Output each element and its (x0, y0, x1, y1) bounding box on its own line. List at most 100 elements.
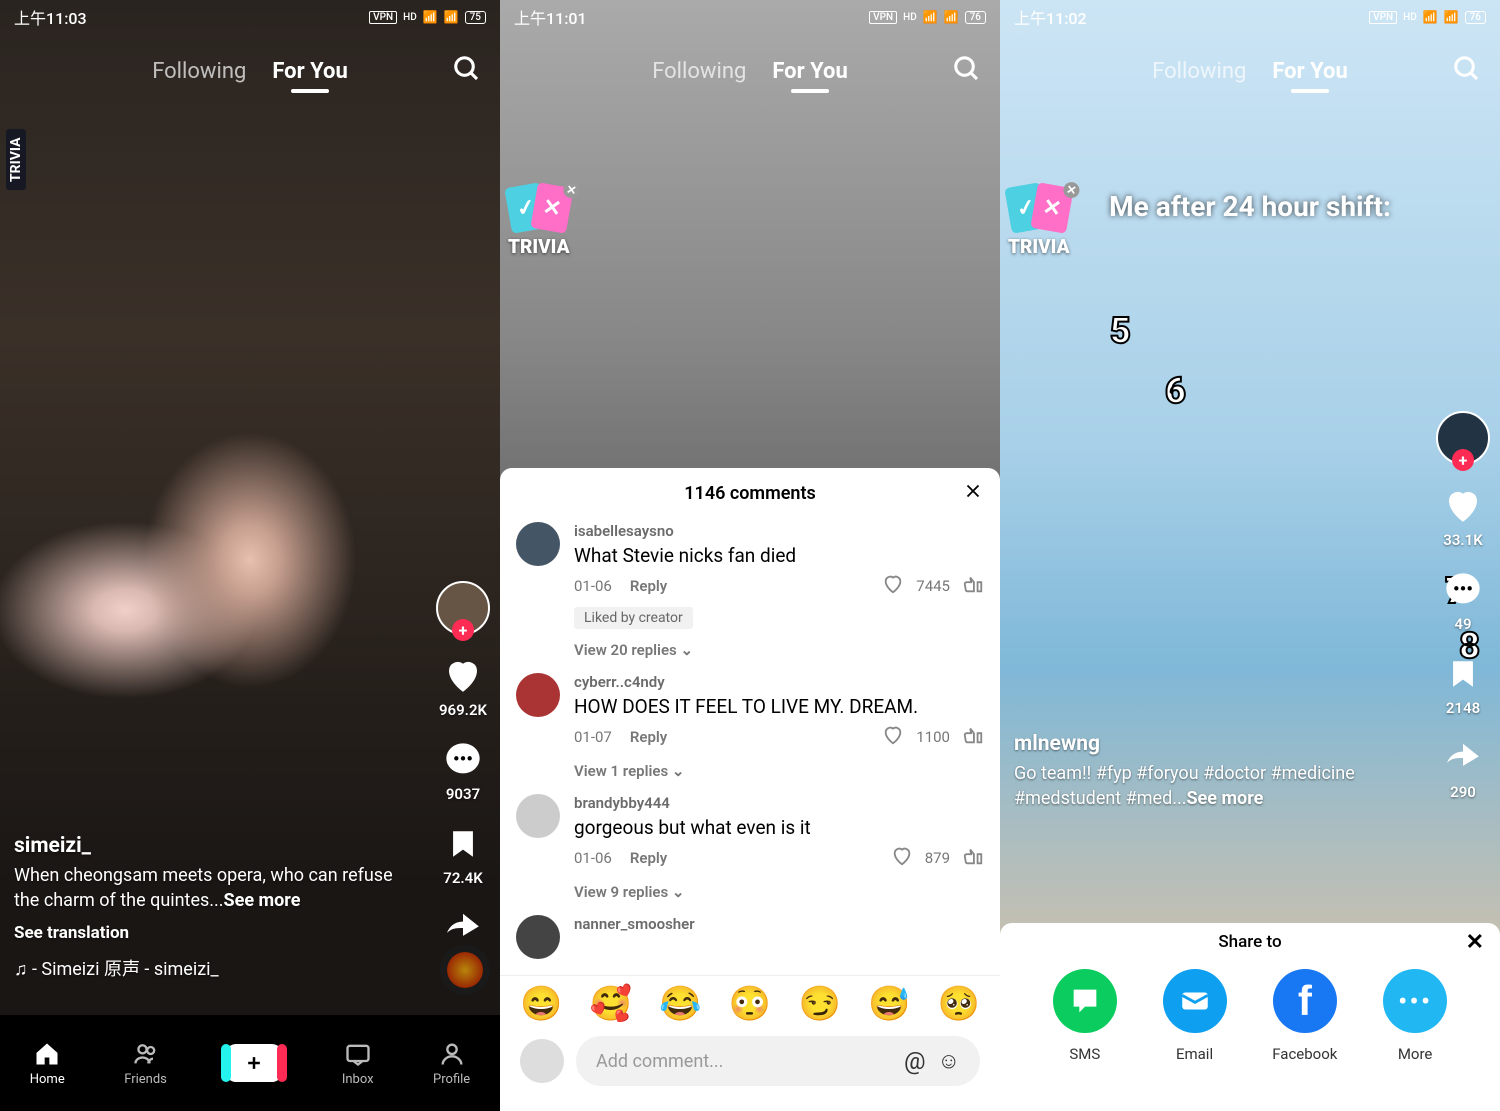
view-replies[interactable]: View 1 replies ⌄ (574, 762, 984, 780)
comment-date: 01-07 (574, 728, 612, 746)
video-info: simeizi_ When cheongsam meets opera, who… (14, 834, 410, 981)
emoji-option[interactable]: 🥰 (590, 984, 632, 1024)
floating-number: 6 (1165, 370, 1186, 412)
save-count: 72.4K (443, 869, 482, 887)
emoji-option[interactable]: 😂 (659, 984, 701, 1024)
search-icon[interactable] (952, 54, 982, 88)
trivia-badge[interactable]: ✓✕✕ TRIVIA (508, 185, 570, 258)
tab-foryou[interactable]: For You (1272, 59, 1347, 84)
action-rail: + 33.1K 49 2148 290 (1436, 411, 1490, 801)
save-icon[interactable] (1442, 653, 1484, 695)
tab-following[interactable]: Following (1152, 59, 1246, 84)
comment-avatar[interactable] (516, 673, 560, 717)
close-icon[interactable] (962, 480, 984, 507)
comment-avatar[interactable] (516, 522, 560, 566)
close-icon[interactable]: ✕ (1466, 930, 1484, 955)
search-icon[interactable] (1452, 54, 1482, 88)
tab-inbox[interactable]: Inbox (342, 1040, 374, 1087)
tab-friends[interactable]: Friends (124, 1040, 167, 1087)
share-option-facebook[interactable]: fFacebook (1272, 969, 1337, 1063)
share-icon[interactable] (1442, 737, 1484, 779)
comment-reply[interactable]: Reply (630, 577, 667, 595)
comment-reply[interactable]: Reply (630, 728, 667, 746)
like-icon[interactable] (882, 573, 904, 599)
like-icon[interactable] (1442, 485, 1484, 527)
comment-placeholder: Add comment... (596, 1051, 892, 1072)
action-rail: + 969.2K 9037 72.4K 24.3K (436, 581, 490, 971)
comment-avatar[interactable] (516, 794, 560, 838)
emoji-option[interactable]: 😄 (520, 984, 562, 1024)
tab-following[interactable]: Following (652, 59, 746, 84)
comment-username[interactable]: brandybby444 (574, 794, 984, 812)
like-icon[interactable] (891, 845, 913, 871)
tab-following[interactable]: Following (152, 59, 246, 84)
like-icon[interactable] (882, 724, 904, 750)
dislike-icon[interactable] (962, 573, 984, 599)
dislike-icon[interactable] (962, 845, 984, 871)
share-icon[interactable] (442, 907, 484, 949)
search-icon[interactable] (452, 54, 482, 88)
see-translation[interactable]: See translation (14, 923, 410, 943)
chevron-down-icon: ⌄ (672, 883, 685, 901)
comment-reply[interactable]: Reply (630, 849, 667, 867)
comment-icon[interactable] (442, 739, 484, 781)
trivia-badge[interactable]: TRIVIA (6, 129, 26, 190)
emoji-option[interactable]: 😏 (798, 984, 840, 1024)
video-caption[interactable]: When cheongsam meets opera, who can refu… (14, 864, 410, 913)
save-icon[interactable] (442, 823, 484, 865)
like-count: 969.2K (439, 701, 487, 719)
video-caption[interactable]: Go team!! #fyp #foryou #doctor #medicine… (1014, 762, 1400, 811)
comment-date: 01-06 (574, 577, 612, 595)
mention-icon[interactable]: @ (904, 1047, 926, 1075)
tab-post[interactable] (226, 1044, 282, 1082)
share-option-email[interactable]: Email (1163, 969, 1227, 1063)
hd-indicator: HD (403, 12, 417, 23)
status-bar: 上午11:02 VPN HD 📶 📶 76 (1000, 0, 1500, 34)
wifi-icon: 📶 (944, 10, 959, 24)
hd-indicator: HD (1403, 12, 1417, 23)
comment-count: 9037 (446, 785, 480, 803)
tab-foryou[interactable]: For You (272, 59, 347, 84)
tab-home[interactable]: Home (30, 1040, 65, 1087)
emoji-option[interactable]: 😅 (868, 984, 910, 1024)
comment-icon[interactable] (1442, 569, 1484, 611)
like-icon[interactable] (442, 655, 484, 697)
follow-plus-icon[interactable]: + (452, 619, 474, 641)
trivia-card-x: ✕✕ (530, 182, 573, 234)
music-disc[interactable] (440, 945, 490, 995)
comment-username[interactable]: cyberr..c4ndy (574, 673, 984, 691)
vpn-indicator: VPN (369, 11, 397, 24)
comment-input[interactable]: Add comment... @ ☺ (576, 1036, 980, 1086)
comment-avatar[interactable] (516, 915, 560, 959)
comment-date: 01-06 (574, 849, 612, 867)
creator-username[interactable]: mlnewng (1014, 732, 1400, 756)
comment-username[interactable]: isabellesaysno (574, 522, 984, 540)
follow-plus-icon[interactable]: + (1452, 449, 1474, 471)
see-more[interactable]: See more (224, 890, 301, 911)
view-replies[interactable]: View 20 replies ⌄ (574, 641, 984, 659)
signal-icon: 📶 (423, 10, 438, 24)
see-more[interactable]: See more (1186, 788, 1263, 809)
creator-avatar[interactable]: + (436, 581, 490, 635)
share-sheet: Share to ✕ SMS Email fFacebook •••More (1000, 923, 1500, 1111)
dislike-icon[interactable] (962, 724, 984, 750)
share-option-more[interactable]: •••More (1383, 969, 1447, 1063)
emoji-option[interactable]: 🥺 (938, 984, 980, 1024)
comments-list[interactable]: isabellesaysno What Stevie nicks fan die… (500, 518, 1000, 975)
emoji-option[interactable]: 😳 (729, 984, 771, 1024)
vpn-indicator: VPN (1369, 11, 1397, 24)
view-replies[interactable]: View 9 replies ⌄ (574, 883, 984, 901)
top-nav: Following For You (500, 46, 1000, 96)
tab-profile[interactable]: Profile (433, 1040, 470, 1087)
music-info[interactable]: ♫ - Simeizi 原声 - simeizi_ (14, 955, 410, 981)
comment-text: gorgeous but what even is it (574, 816, 984, 839)
share-option-sms[interactable]: SMS (1053, 969, 1117, 1063)
comment-item: brandybby444 gorgeous but what even is i… (516, 794, 984, 901)
creator-username[interactable]: simeizi_ (14, 834, 410, 858)
trivia-label: TRIVIA (1008, 235, 1070, 258)
trivia-badge[interactable]: ✓✕✕ TRIVIA (1008, 185, 1070, 258)
creator-avatar[interactable]: + (1436, 411, 1490, 465)
tab-foryou[interactable]: For You (772, 59, 847, 84)
comment-username[interactable]: nanner_smoosher (574, 915, 984, 933)
emoji-icon[interactable]: ☺ (938, 1048, 960, 1074)
